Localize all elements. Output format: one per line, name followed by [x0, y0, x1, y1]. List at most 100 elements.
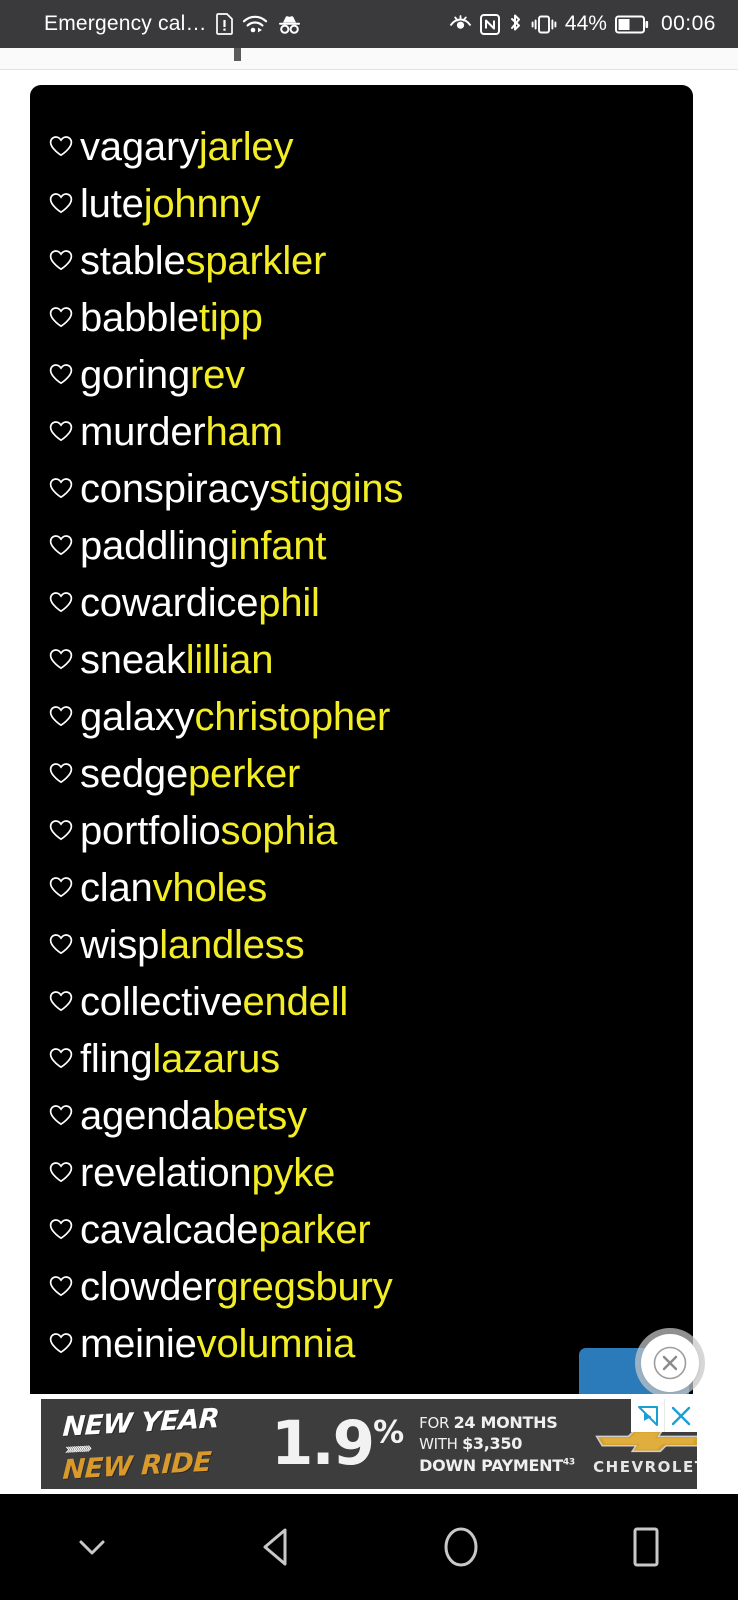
- list-item[interactable]: murderham: [30, 404, 693, 461]
- list-item[interactable]: sneaklillian: [30, 632, 693, 689]
- heart-outline-icon[interactable]: [48, 760, 74, 786]
- heart-outline-icon[interactable]: [48, 817, 74, 843]
- chrome-notch: [234, 48, 241, 61]
- list-item-text[interactable]: vagaryjarley: [80, 119, 293, 176]
- list-item[interactable]: flinglazarus: [30, 1031, 693, 1088]
- heart-outline-icon[interactable]: [48, 304, 74, 330]
- adchoices-icon[interactable]: [631, 1399, 664, 1432]
- heart-outline-icon[interactable]: [48, 475, 74, 501]
- ad-offer-block: 1.9% FOR 24 MONTHS WITH $3,350 DOWN PAYM…: [237, 1412, 575, 1477]
- list-item-text[interactable]: murderham: [80, 404, 283, 461]
- chevron-down-icon[interactable]: [74, 1535, 110, 1559]
- home-button[interactable]: [369, 1494, 554, 1600]
- list-item[interactable]: vagaryjarley: [30, 119, 693, 176]
- ad-headline-block: NEW YEAR ›››››››››››› NEW RIDE: [41, 1403, 237, 1486]
- list-item-text[interactable]: wisplandless: [80, 917, 305, 974]
- carrier-label: Emergency cal…: [44, 12, 207, 35]
- eye-comfort-icon: [449, 15, 472, 33]
- list-item[interactable]: clowdergregsbury: [30, 1259, 693, 1316]
- list-item-text[interactable]: portfoliosophia: [80, 803, 337, 860]
- heart-outline-icon[interactable]: [48, 988, 74, 1014]
- list-item[interactable]: goringrev: [30, 347, 693, 404]
- hide-keyboard-button[interactable]: [0, 1494, 185, 1600]
- list-item[interactable]: lutejohnny: [30, 176, 693, 233]
- list-item-text[interactable]: collectiveendell: [80, 974, 348, 1031]
- heart-outline-icon[interactable]: [48, 1273, 74, 1299]
- heart-outline-icon[interactable]: [48, 646, 74, 672]
- list-item[interactable]: collectiveendell: [30, 974, 693, 1031]
- close-circle-icon[interactable]: [641, 1334, 699, 1392]
- list-item-text[interactable]: agendabetsy: [80, 1088, 307, 1145]
- heart-outline-icon[interactable]: [48, 361, 74, 387]
- recents-square-icon[interactable]: [627, 1524, 665, 1570]
- list-item[interactable]: conspiracystiggins: [30, 461, 693, 518]
- heart-outline-icon[interactable]: [48, 133, 74, 159]
- bluetooth-icon: [508, 13, 523, 35]
- heart-outline-icon[interactable]: [48, 532, 74, 558]
- battery-icon: [614, 15, 649, 34]
- list-item[interactable]: portfoliosophia: [30, 803, 693, 860]
- list-item[interactable]: clanvholes: [30, 860, 693, 917]
- back-button[interactable]: [185, 1494, 370, 1600]
- vibrate-icon: [531, 14, 557, 35]
- android-nav-bar: [0, 1494, 738, 1600]
- list-item-text[interactable]: revelationpyke: [80, 1145, 335, 1202]
- nfc-icon: [479, 13, 500, 35]
- list-item[interactable]: babbletipp: [30, 290, 693, 347]
- heart-outline-icon[interactable]: [48, 1102, 74, 1128]
- heart-outline-icon[interactable]: [48, 1045, 74, 1071]
- heart-outline-icon[interactable]: [48, 1330, 74, 1356]
- list-item-text[interactable]: sneaklillian: [80, 632, 273, 689]
- list-item[interactable]: galaxychristopher: [30, 689, 693, 746]
- list-item-text[interactable]: flinglazarus: [80, 1031, 280, 1088]
- ad-banner-container: NEW YEAR ›››››››››››› NEW RIDE 1.9% FOR …: [0, 1394, 738, 1494]
- close-x-icon[interactable]: [664, 1399, 697, 1432]
- ad-headline-bottom: NEW RIDE: [61, 1446, 212, 1486]
- list-item[interactable]: paddlinginfant: [30, 518, 693, 575]
- results-card: vagaryjarley lutejohnny stablesparkler b…: [30, 85, 693, 1400]
- heart-outline-icon[interactable]: [48, 874, 74, 900]
- ad-rate: 1.9%: [271, 1407, 404, 1479]
- list-item[interactable]: cowardicephil: [30, 575, 693, 632]
- list-item[interactable]: agendabetsy: [30, 1088, 693, 1145]
- list-item[interactable]: cavalcadeparker: [30, 1202, 693, 1259]
- heart-outline-icon[interactable]: [48, 931, 74, 957]
- sim-card-alert-icon: [215, 13, 233, 35]
- list-item-text[interactable]: clowdergregsbury: [80, 1259, 393, 1316]
- status-bar: Emergency cal… 44% 00:06: [0, 0, 738, 48]
- list-item-text[interactable]: sedgeperker: [80, 746, 300, 803]
- battery-percent-label: 44%: [564, 12, 607, 35]
- suggestion-list[interactable]: vagaryjarley lutejohnny stablesparkler b…: [30, 85, 693, 1373]
- list-item-text[interactable]: babbletipp: [80, 290, 263, 347]
- list-item[interactable]: revelationpyke: [30, 1145, 693, 1202]
- home-circle-icon[interactable]: [440, 1524, 482, 1570]
- heart-outline-icon[interactable]: [48, 418, 74, 444]
- heart-outline-icon[interactable]: [48, 703, 74, 729]
- back-triangle-icon[interactable]: [258, 1526, 296, 1568]
- list-item-text[interactable]: goringrev: [80, 347, 245, 404]
- list-item-text[interactable]: paddlinginfant: [80, 518, 327, 575]
- ad-term-line-3: DOWN PAYMENT43: [419, 1456, 575, 1476]
- list-item-text[interactable]: clanvholes: [80, 860, 267, 917]
- list-item-text[interactable]: conspiracystiggins: [80, 461, 403, 518]
- wifi-icon: [242, 14, 268, 34]
- heart-outline-icon[interactable]: [48, 1159, 74, 1185]
- list-item[interactable]: wisplandless: [30, 917, 693, 974]
- browser-chrome-strip: [0, 48, 738, 70]
- list-item-text[interactable]: lutejohnny: [80, 176, 261, 233]
- recents-button[interactable]: [554, 1494, 738, 1600]
- list-item-text[interactable]: meinievolumnia: [80, 1316, 355, 1373]
- list-item[interactable]: sedgeperker: [30, 746, 693, 803]
- ad-banner[interactable]: NEW YEAR ›››››››››››› NEW RIDE 1.9% FOR …: [41, 1399, 697, 1489]
- heart-outline-icon[interactable]: [48, 589, 74, 615]
- list-item-text[interactable]: galaxychristopher: [80, 689, 390, 746]
- heart-outline-icon[interactable]: [48, 1216, 74, 1242]
- list-item-text[interactable]: cavalcadeparker: [80, 1202, 371, 1259]
- ad-controls: [631, 1399, 697, 1432]
- incognito-icon: [277, 14, 302, 34]
- heart-outline-icon[interactable]: [48, 247, 74, 273]
- list-item-text[interactable]: cowardicephil: [80, 575, 320, 632]
- list-item[interactable]: stablesparkler: [30, 233, 693, 290]
- heart-outline-icon[interactable]: [48, 190, 74, 216]
- list-item-text[interactable]: stablesparkler: [80, 233, 326, 290]
